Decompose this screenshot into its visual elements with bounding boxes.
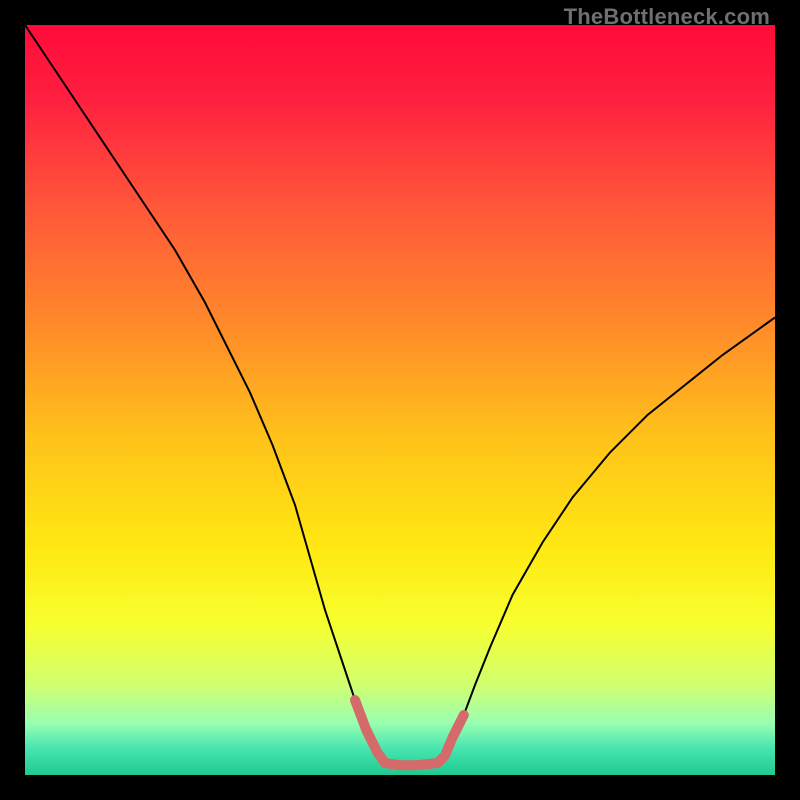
sweet-spot-band (355, 700, 464, 765)
curve-layer (25, 25, 775, 775)
chart-frame: TheBottleneck.com (0, 0, 800, 800)
plot-area (25, 25, 775, 775)
bottleneck-curve (25, 25, 775, 763)
